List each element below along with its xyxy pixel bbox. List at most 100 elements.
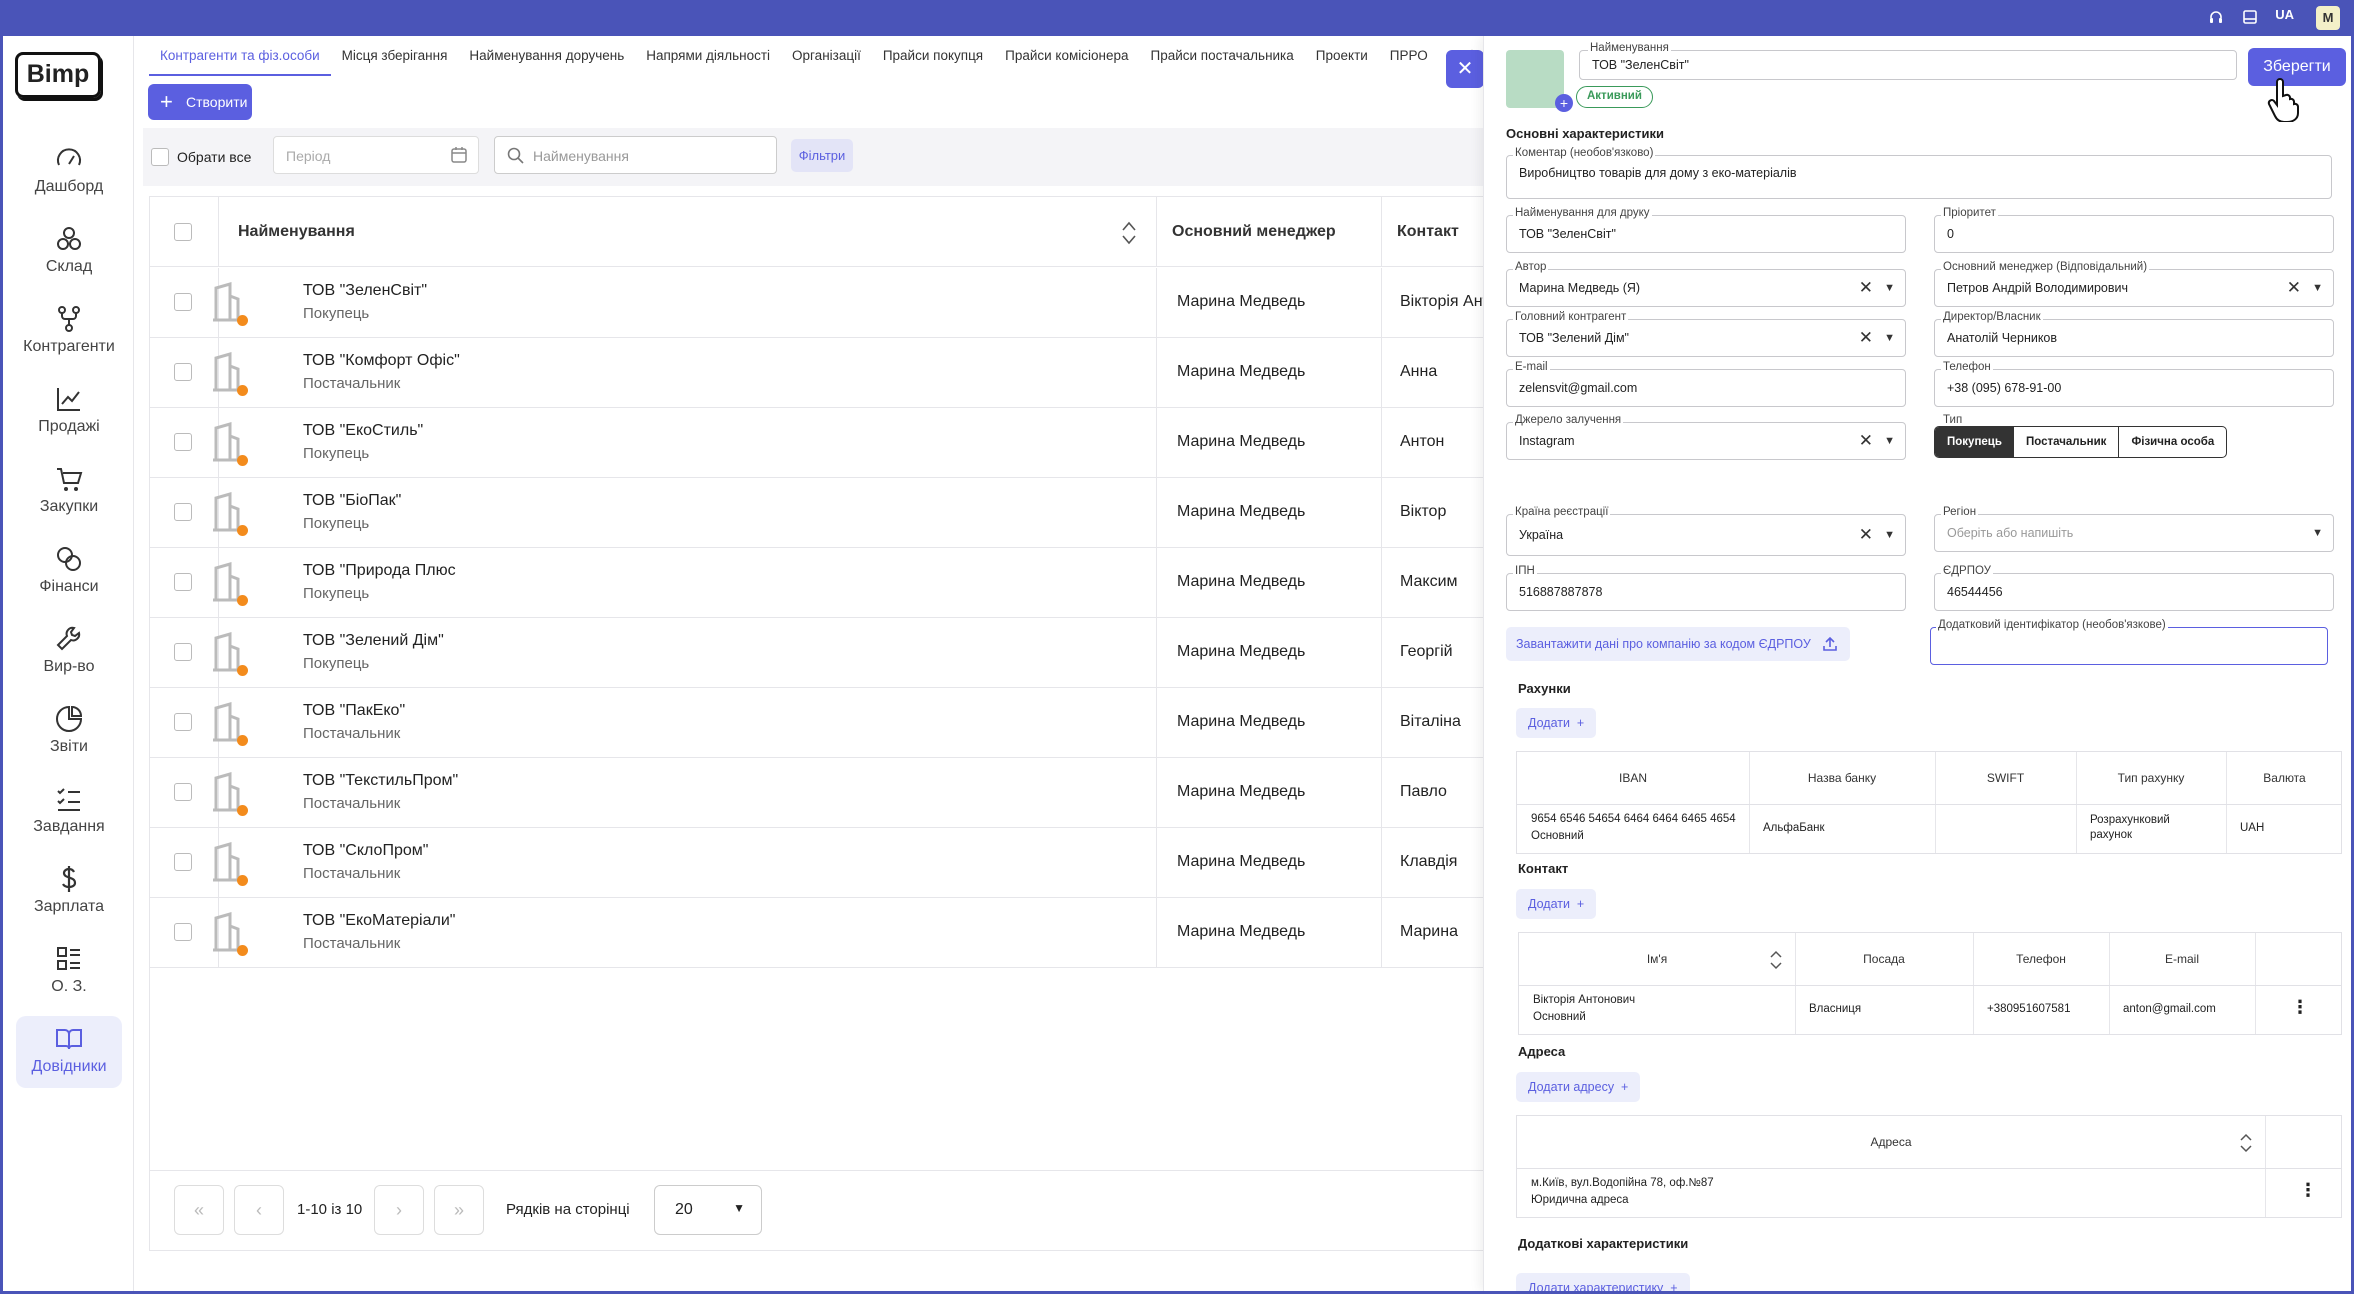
print-name-field[interactable]: ТОВ "ЗеленСвіт" <box>1506 215 1906 253</box>
row-checkbox[interactable] <box>174 923 192 941</box>
clear-icon[interactable]: ✕ <box>2287 278 2301 298</box>
status-badge[interactable]: Активний <box>1576 86 1653 108</box>
more-vertical-icon[interactable]: ⋮ <box>2299 1180 2317 1201</box>
manager-select[interactable]: Петров Андрій Володимирович ✕ ▼ <box>1934 269 2334 307</box>
next-page-button[interactable]: › <box>374 1185 424 1235</box>
region-select[interactable]: Оберіть або напишіть ▼ <box>1934 514 2334 552</box>
app-logo[interactable]: Bimp <box>15 52 101 98</box>
table-row[interactable]: ТОВ "ЗеленСвіт" Покупець Марина Медведь Вік… <box>150 268 1487 338</box>
sort-icon[interactable] <box>1769 949 1783 971</box>
tab-6[interactable]: Прайси комісіонера <box>994 36 1139 76</box>
header-checkbox[interactable] <box>174 223 192 241</box>
table-row[interactable]: ТОВ "СклоПром" Постачальник Марина Медведь… <box>150 828 1487 898</box>
sidebar-item-1[interactable]: Склад <box>16 216 122 288</box>
filters-button[interactable]: Фільтри <box>791 139 853 172</box>
language-switch[interactable]: UA <box>2275 7 2294 22</box>
table-row[interactable]: ТОВ "ТекстильПром" Постачальник Марина Мед… <box>150 758 1487 828</box>
sort-icon[interactable] <box>2239 1132 2253 1154</box>
sidebar-item-7[interactable]: Звіти <box>16 696 122 768</box>
comment-field[interactable]: Виробництво товарів для дому з еко-матер… <box>1506 155 2332 199</box>
row-checkbox[interactable] <box>174 363 192 381</box>
calendar-icon[interactable] <box>450 146 468 164</box>
country-select[interactable]: Україна ✕ ▼ <box>1506 514 1906 556</box>
tab-9[interactable]: ПРРО <box>1379 36 1439 76</box>
add-account-button[interactable]: Додати + <box>1516 708 1597 738</box>
row-checkbox[interactable] <box>174 713 192 731</box>
row-checkbox[interactable] <box>174 783 192 801</box>
tab-2[interactable]: Найменування доручень <box>458 36 635 76</box>
header-contact[interactable]: Контакт <box>1397 197 1459 267</box>
screen-icon[interactable] <box>2242 9 2258 29</box>
headset-icon[interactable] <box>2208 9 2224 29</box>
search-input[interactable]: Найменування <box>494 136 777 174</box>
sidebar-item-8[interactable]: Завдання <box>16 776 122 848</box>
edrpou-field[interactable]: 46544456 <box>1934 573 2334 611</box>
sidebar-item-0[interactable]: Дашборд <box>16 136 122 208</box>
row-checkbox[interactable] <box>174 643 192 661</box>
table-row[interactable]: ТОВ "Зелений Дім" Покупець Марина Медведь Г… <box>150 618 1487 688</box>
sidebar-item-11[interactable]: Довідники <box>16 1016 122 1088</box>
clear-icon[interactable]: ✕ <box>1859 431 1873 451</box>
last-page-button[interactable]: » <box>434 1185 484 1235</box>
period-field[interactable]: Період <box>273 136 479 174</box>
row-checkbox[interactable] <box>174 853 192 871</box>
sidebar-item-10[interactable]: О. З. <box>16 936 122 1008</box>
sidebar-item-6[interactable]: Вир-во <box>16 616 122 688</box>
sidebar-item-9[interactable]: Зарплата <box>16 856 122 928</box>
tab-1[interactable]: Місця зберігання <box>331 36 459 76</box>
row-checkbox[interactable] <box>174 293 192 311</box>
table-row[interactable]: ТОВ "ЕкоМатеріали" Постачальник Марина Мед… <box>150 898 1487 968</box>
type-option-person[interactable]: Фізична особа <box>2119 427 2226 457</box>
table-row[interactable]: ТОВ "БіоПак" Покупець Марина Медведь Віктор <box>150 478 1487 548</box>
clear-icon[interactable]: ✕ <box>1859 278 1873 298</box>
row-checkbox[interactable] <box>174 573 192 591</box>
tab-3[interactable]: Напрями діяльності <box>635 36 781 76</box>
table-row[interactable]: ТОВ "ЕкоСтиль" Покупець Марина Медведь Анто… <box>150 408 1487 478</box>
head-contractor-select[interactable]: ТОВ "Зелений Дім" ✕ ▼ <box>1506 319 1906 357</box>
add-address-button[interactable]: Додати адресу + <box>1516 1072 1641 1102</box>
director-field[interactable]: Анатолій Черников <box>1934 319 2334 357</box>
ipn-field[interactable]: 516887887878 <box>1506 573 1906 611</box>
select-all-checkbox[interactable] <box>151 148 169 166</box>
sidebar-item-3[interactable]: Продажі <box>16 376 122 448</box>
add-characteristic-button[interactable]: Додати характеристику + <box>1516 1273 1690 1291</box>
row-checkbox[interactable] <box>174 433 192 451</box>
type-option-supplier[interactable]: Постачальник <box>2014 427 2120 457</box>
phone-field[interactable]: +38 (095) 678-91-00 <box>1934 369 2334 407</box>
table-row[interactable]: ТОВ "Комфорт Офіс" Постачальник Марина Мед… <box>150 338 1487 408</box>
sidebar-item-5[interactable]: Фінанси <box>16 536 122 608</box>
header-name[interactable]: Найменування <box>238 197 355 267</box>
close-panel-button[interactable]: ✕ <box>1446 50 1484 88</box>
tab-7[interactable]: Прайси постачальника <box>1140 36 1305 76</box>
select-all[interactable]: Обрати все <box>151 148 251 166</box>
tab-0[interactable]: Контрагенти та фіз.особи <box>149 36 331 76</box>
priority-field[interactable]: 0 <box>1934 215 2334 253</box>
tab-8[interactable]: Проекти <box>1305 36 1379 76</box>
first-page-button[interactable]: « <box>174 1185 224 1235</box>
type-option-buyer[interactable]: Покупець <box>1935 427 2014 457</box>
email-field[interactable]: zelensvit@gmail.com <box>1506 369 1906 407</box>
table-row[interactable]: ТОВ "Природа Плюс Покупець Марина Медведь М… <box>150 548 1487 618</box>
more-vertical-icon[interactable]: ⋮ <box>2291 997 2309 1018</box>
sidebar-item-2[interactable]: Контрагенти <box>16 296 122 368</box>
source-select[interactable]: Instagram ✕ ▼ <box>1506 422 1906 460</box>
prev-page-button[interactable]: ‹ <box>234 1185 284 1235</box>
sort-icon[interactable] <box>1120 219 1138 247</box>
create-button[interactable]: + Створити <box>148 84 252 120</box>
author-select[interactable]: Марина Медведь (Я) ✕ ▼ <box>1506 269 1906 307</box>
tab-5[interactable]: Прайси покупця <box>872 36 994 76</box>
add-image-icon[interactable]: + <box>1555 94 1573 112</box>
header-manager[interactable]: Основний менеджер <box>1172 197 1336 267</box>
name-field[interactable]: ТОВ "ЗеленСвіт" <box>1579 50 2237 80</box>
tab-4[interactable]: Організації <box>781 36 872 76</box>
clear-icon[interactable]: ✕ <box>1859 328 1873 348</box>
row-checkbox[interactable] <box>174 503 192 521</box>
rows-per-page-select[interactable]: 20 ▼ <box>654 1185 762 1235</box>
sidebar-item-4[interactable]: Закупки <box>16 456 122 528</box>
extra-id-field[interactable] <box>1930 627 2328 665</box>
user-avatar[interactable]: M <box>2316 6 2340 30</box>
table-row[interactable]: ТОВ "ПакЕко" Постачальник Марина Медведь Ві… <box>150 688 1487 758</box>
add-contact-button[interactable]: Додати + <box>1516 889 1597 919</box>
load-edrpou-button[interactable]: Завантажити дані про компанію за кодом Є… <box>1506 627 1850 661</box>
clear-icon[interactable]: ✕ <box>1859 525 1873 545</box>
